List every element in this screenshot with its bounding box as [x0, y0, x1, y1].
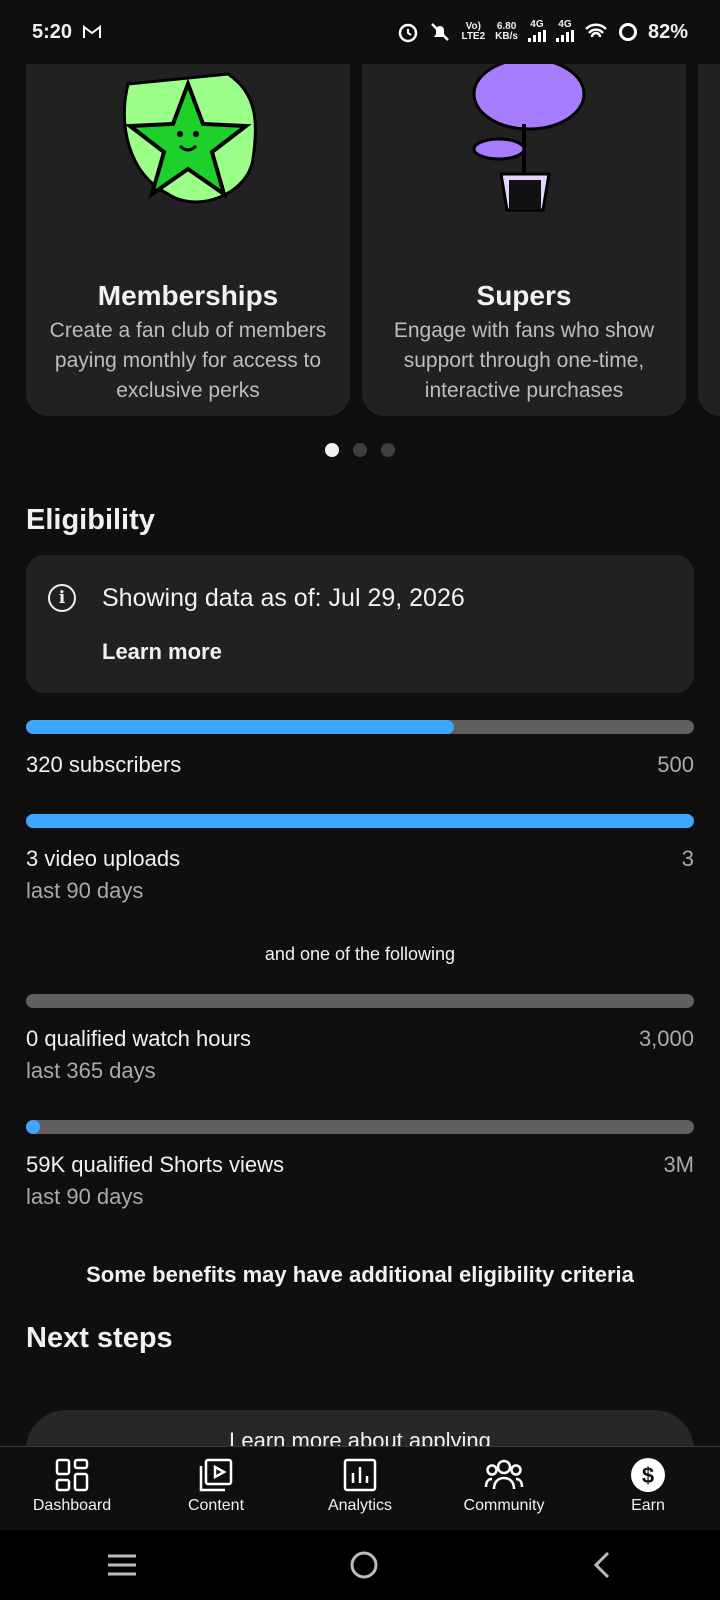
nav-label: Dashboard	[32, 1497, 112, 1514]
carousel-dot	[381, 443, 395, 457]
signal-bars-icon	[555, 29, 574, 42]
next-steps-heading: Next steps	[26, 1322, 173, 1354]
carousel-indicator	[325, 443, 395, 457]
dashboard-icon	[55, 1458, 89, 1492]
battery-level: 82%	[647, 20, 688, 43]
next-card-peek[interactable]	[698, 64, 720, 416]
divider-text: and one of the following	[264, 944, 456, 964]
network-speed: 6.80 KB/s	[495, 21, 518, 42]
requirement-target: 3M	[663, 1152, 694, 1177]
card-title: Supers	[476, 280, 572, 311]
requirement-target: 3,000	[638, 1026, 694, 1051]
star-mascot-icon	[122, 72, 257, 204]
progress-fill	[26, 720, 454, 734]
supers-card[interactable]: Supers Engage with fans who show support…	[362, 64, 686, 416]
community-icon	[484, 1459, 524, 1490]
card-description: Engage with fans who show support throug…	[393, 319, 655, 402]
progress-fill	[26, 1120, 40, 1134]
subscribers-progress-bar	[26, 720, 694, 734]
signal-2: 4G	[555, 19, 574, 45]
battery-icon	[618, 23, 637, 41]
signal-bars-icon	[527, 29, 546, 42]
memberships-card[interactable]: Memberships Create a fan club of members…	[26, 64, 350, 416]
wifi-icon	[585, 23, 607, 38]
requirement-period: last 90 days	[26, 1184, 144, 1209]
analytics-icon	[343, 1458, 377, 1492]
learn-more-link[interactable]: Learn more	[102, 639, 222, 665]
alarm-icon	[399, 23, 418, 43]
uploads-progress-bar	[26, 814, 694, 828]
requirement-label: 0 qualified watch hours	[26, 1026, 252, 1051]
info-icon: i	[48, 584, 76, 612]
progress-fill	[26, 814, 694, 828]
home-icon[interactable]	[349, 1550, 379, 1580]
recent-apps-icon[interactable]	[106, 1552, 138, 1578]
clock: 5:20	[32, 20, 73, 43]
requirement-label: 320 subscribers	[26, 752, 182, 777]
content-icon	[199, 1458, 233, 1492]
system-navigation	[0, 1530, 720, 1600]
earn-icon: $	[631, 1458, 665, 1492]
back-icon[interactable]	[590, 1550, 614, 1580]
flower-pot-icon	[472, 64, 586, 212]
bottom-navigation: Dashboard Content Analytics Community $ …	[0, 1446, 720, 1531]
nav-label: Community	[463, 1497, 545, 1514]
requirement-period: last 365 days	[26, 1058, 156, 1083]
shorts-views-progress-bar	[26, 1120, 694, 1134]
nav-analytics[interactable]: Analytics	[288, 1447, 432, 1515]
nav-content[interactable]: Content	[144, 1447, 288, 1515]
status-bar: 5:20 Vo) LTE2 6.80 KB/s 4G 4G 82%	[0, 0, 720, 64]
requirement-period: last 90 days	[26, 878, 144, 903]
card-description: Create a fan club of members paying mont…	[49, 319, 327, 402]
requirement-target: 3	[681, 846, 694, 871]
carousel-dot	[353, 443, 367, 457]
data-info-box: i Showing data as of: Jul 29, 2026 Learn…	[26, 555, 694, 693]
nav-dashboard[interactable]: Dashboard	[0, 1447, 144, 1515]
requirement-label: 3 video uploads	[26, 846, 181, 871]
nav-community[interactable]: Community	[432, 1447, 576, 1515]
watch-hours-progress-bar	[26, 994, 694, 1008]
gmail-icon	[83, 25, 102, 38]
svg-text:$: $	[642, 1463, 654, 1488]
mute-notification-icon	[431, 23, 450, 41]
data-date-text: Showing data as of: Jul 29, 2026	[102, 584, 465, 612]
signal-1: 4G	[527, 19, 546, 45]
card-title: Memberships	[97, 280, 279, 311]
eligibility-footnote: Some benefits may have additional eligib…	[86, 1262, 634, 1287]
requirement-label: 59K qualified Shorts views	[26, 1152, 285, 1177]
nav-earn[interactable]: $ Earn	[576, 1447, 720, 1515]
nav-label: Analytics	[327, 1497, 393, 1514]
nav-label: Earn	[631, 1497, 665, 1514]
requirement-target: 500	[657, 752, 694, 777]
eligibility-heading: Eligibility	[26, 504, 155, 536]
benefits-carousel[interactable]: Memberships Create a fan club of members…	[26, 64, 720, 416]
carousel-dot-active	[325, 443, 339, 457]
volte-indicator: Vo) LTE2	[461, 21, 486, 42]
nav-label: Content	[187, 1497, 245, 1514]
